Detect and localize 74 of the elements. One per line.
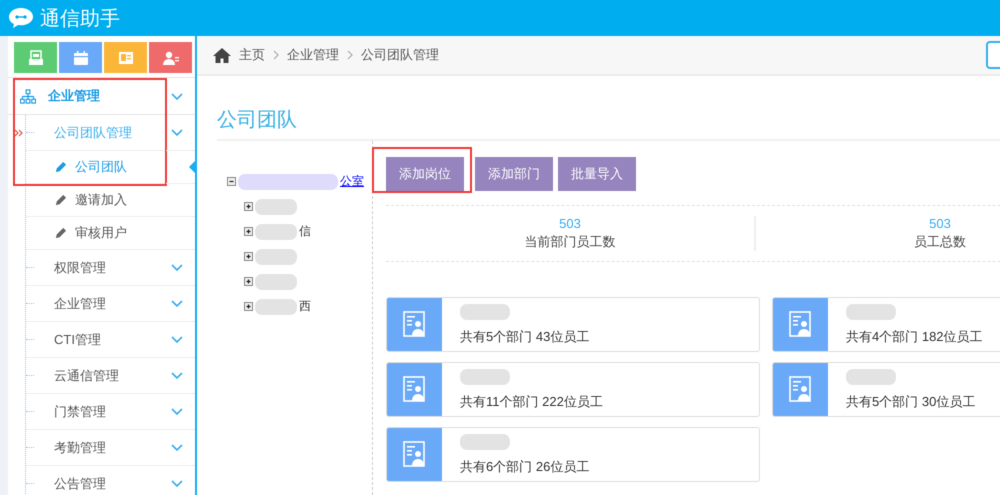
- chat-bubble-icon: [8, 7, 34, 29]
- chevron-down-icon: [171, 129, 183, 136]
- pencil-icon: [54, 160, 67, 174]
- profile-document-icon: [402, 376, 426, 403]
- chevron-down-icon: [171, 264, 183, 271]
- menu-item[interactable]: 云通信管理: [26, 358, 195, 394]
- menu-item[interactable]: 门禁管理: [26, 394, 195, 430]
- card-summary: 共有4个部门 182位员工: [846, 328, 983, 346]
- blur-patch: [846, 369, 896, 385]
- calendar-icon: [72, 50, 88, 66]
- profile-document-icon: [788, 376, 812, 403]
- menu-item[interactable]: 企业管理: [26, 286, 195, 322]
- card-summary: 共有5个部门 30位员工: [846, 393, 976, 411]
- tree-node-link[interactable]: 公室: [340, 173, 364, 190]
- expand-icon[interactable]: [244, 277, 253, 286]
- menu-item[interactable]: CTI管理: [26, 322, 195, 358]
- department-card[interactable]: 共有11个部门 222位员工: [386, 362, 760, 417]
- tree-node-text[interactable]: 信: [299, 223, 311, 240]
- collapse-icon[interactable]: [227, 177, 236, 186]
- chevron-down-icon: [171, 408, 183, 415]
- breadcrumb-link[interactable]: 企业管理: [287, 46, 339, 64]
- chevron-right-icon: [347, 50, 353, 60]
- chevron-down-icon: [171, 480, 183, 487]
- blur-patch: [255, 274, 297, 290]
- pencil-icon: [54, 226, 67, 240]
- blur-patch: [255, 298, 297, 314]
- blur-patch: [846, 304, 896, 320]
- inbox-icon: [28, 50, 44, 66]
- menu-item[interactable]: 考勤管理: [26, 430, 195, 466]
- submenu-item[interactable]: 审核用户: [26, 217, 195, 250]
- breadcrumb-link[interactable]: 主页: [239, 46, 265, 64]
- chevron-down-icon: [171, 336, 183, 343]
- card-summary: 共有5个部门 43位员工: [460, 328, 590, 346]
- stat-value: 503: [928, 216, 952, 231]
- profile-document-icon: [402, 441, 426, 468]
- chevron-right-icon: [273, 50, 279, 60]
- id-card-icon: [118, 50, 134, 66]
- pencil-icon: [54, 194, 67, 206]
- department-card[interactable]: 共有4个部门 182位员工: [772, 297, 1000, 352]
- expand-icon[interactable]: [244, 202, 253, 211]
- menu-item[interactable]: 权限管理: [26, 250, 195, 286]
- card-summary: 共有11个部门 222位员工: [460, 393, 603, 411]
- app-title: 通信助手: [40, 6, 120, 32]
- breadcrumb-link[interactable]: 公司团队管理: [361, 46, 439, 64]
- blur-patch: [255, 248, 297, 264]
- stat-label: 员工总数: [913, 233, 967, 251]
- expand-icon[interactable]: [244, 227, 253, 236]
- chevron-down-icon: [171, 300, 183, 307]
- department-card[interactable]: 共有5个部门 43位员工: [386, 297, 760, 352]
- home-icon: [213, 48, 231, 62]
- chevron-down-icon: [171, 372, 183, 379]
- stat-value: 503: [558, 216, 582, 231]
- department-card[interactable]: 共有5个部门 30位员工: [772, 362, 1000, 417]
- stat-label: 当前部门员工数: [524, 233, 616, 251]
- expand-icon[interactable]: [244, 302, 253, 311]
- shortcut-button[interactable]: [149, 42, 192, 73]
- submenu-item[interactable]: 邀请加入: [26, 184, 195, 217]
- contact-icon: [162, 50, 178, 66]
- expand-icon[interactable]: [244, 252, 253, 261]
- department-card[interactable]: 共有6个部门 26位员工: [386, 427, 760, 482]
- profile-document-icon: [402, 311, 426, 338]
- blur-patch: [460, 369, 510, 385]
- blur-patch: [255, 198, 297, 214]
- card-summary: 共有6个部门 26位员工: [460, 458, 590, 476]
- org-chart-icon: [20, 88, 36, 104]
- chevron-down-icon: [171, 444, 183, 451]
- profile-document-icon: [788, 311, 812, 338]
- menu-item[interactable]: 公告管理: [26, 466, 195, 495]
- blur-patch: [460, 304, 510, 320]
- double-chevron-icon: [15, 129, 23, 137]
- blur-patch: [255, 224, 297, 240]
- tree-node-text[interactable]: 西: [299, 298, 311, 315]
- page-title: 公司团队: [217, 76, 1000, 141]
- blur-patch: [460, 434, 510, 450]
